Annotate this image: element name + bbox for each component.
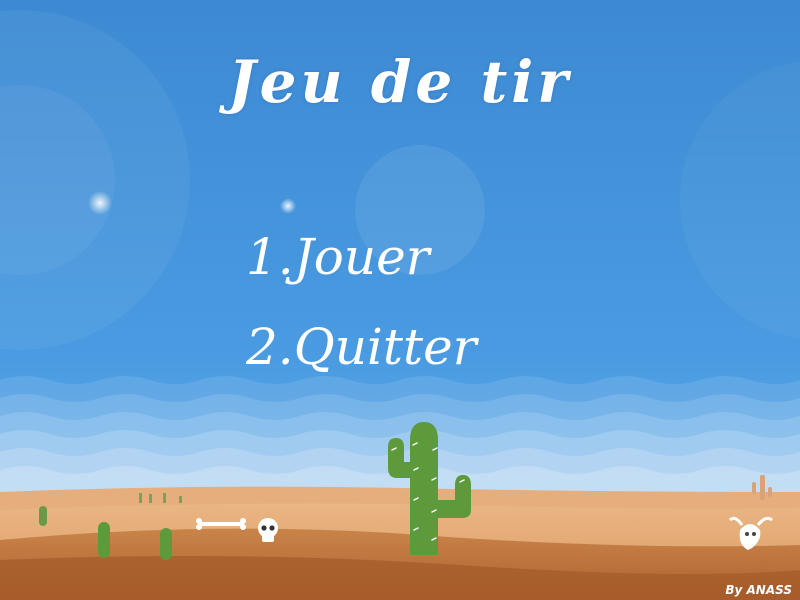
- game-title: Jeu de tir: [228, 48, 572, 116]
- menu-play-option[interactable]: 1.Jouer: [246, 228, 430, 286]
- author-credit: By ANASS: [725, 583, 792, 597]
- menu-quit-number: 2.: [246, 318, 294, 376]
- menu-quit-option[interactable]: 2.Quitter: [246, 318, 477, 376]
- menu-quit-label: Quitter: [293, 318, 477, 376]
- menu-play-number: 1.: [246, 228, 294, 286]
- menu-play-label: Jouer: [293, 228, 430, 286]
